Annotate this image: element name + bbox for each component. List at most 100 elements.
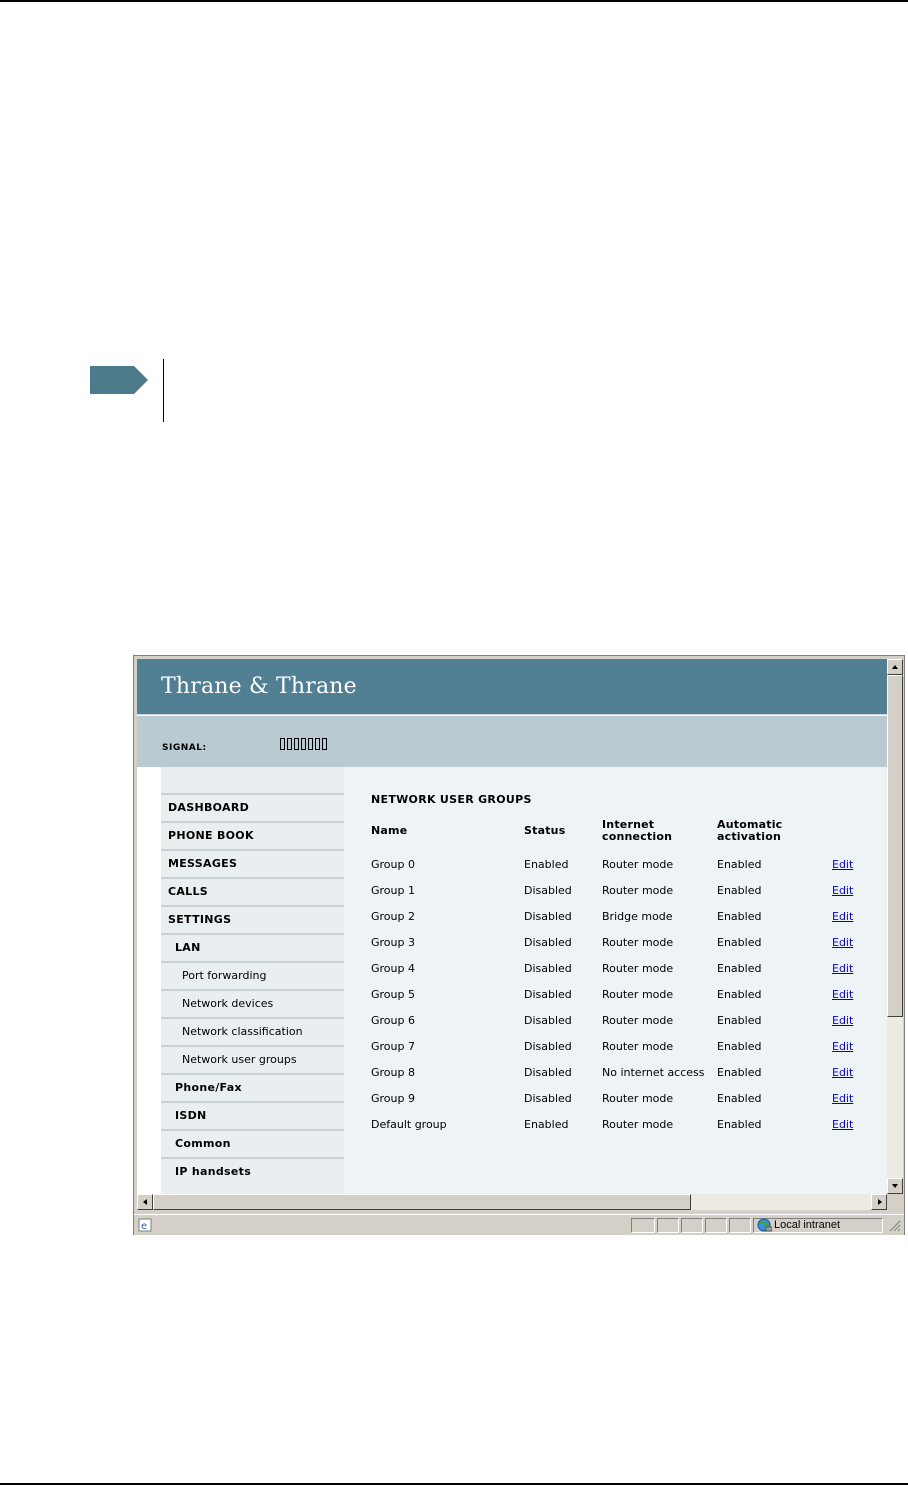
sidebar-item-label: Port forwarding bbox=[182, 969, 267, 982]
sidebar-item-phone-book[interactable]: PHONE BOOK bbox=[161, 821, 344, 847]
note-arrow-icon bbox=[90, 366, 148, 394]
edit-link[interactable]: Edit bbox=[832, 1092, 853, 1105]
cell-internet-connection: Router mode bbox=[602, 858, 674, 871]
signal-strength-meter bbox=[280, 738, 327, 750]
sidebar-item-label: IP handsets bbox=[175, 1165, 252, 1178]
cell-status: Disabled bbox=[524, 1040, 572, 1053]
table-row: Group 4 Disabled Router mode Enabled Edit bbox=[344, 962, 887, 982]
cell-status: Enabled bbox=[524, 858, 569, 871]
signal-bar-segment bbox=[287, 738, 292, 750]
cell-status: Disabled bbox=[524, 1092, 572, 1105]
cell-name: Group 3 bbox=[371, 936, 415, 949]
cell-status: Disabled bbox=[524, 936, 572, 949]
globe-icon bbox=[757, 1218, 772, 1232]
note-divider bbox=[163, 359, 164, 422]
cell-automatic-activation: Enabled bbox=[717, 936, 762, 949]
cell-automatic-activation: Enabled bbox=[717, 1066, 762, 1079]
cell-automatic-activation: Enabled bbox=[717, 1014, 762, 1027]
signal-bar-segment bbox=[294, 738, 299, 750]
cell-internet-connection: Router mode bbox=[602, 884, 674, 897]
sidebar-item-settings[interactable]: SETTINGS bbox=[161, 905, 344, 931]
scroll-up-button[interactable] bbox=[887, 659, 903, 675]
cell-internet-connection: Router mode bbox=[602, 1014, 674, 1027]
cell-internet-connection: Router mode bbox=[602, 962, 674, 975]
signal-bar-segment bbox=[308, 738, 313, 750]
resize-grip-icon[interactable] bbox=[889, 1220, 901, 1232]
sidebar-item-label: ISDN bbox=[175, 1109, 207, 1122]
table-row: Default group Enabled Router mode Enabled Ed… bbox=[344, 1118, 887, 1138]
edit-link[interactable]: Edit bbox=[832, 858, 853, 871]
table-row: Group 2 Disabled Bridge mode Enabled Edit bbox=[344, 910, 887, 930]
sidebar-item-messages[interactable]: MESSAGES bbox=[161, 849, 344, 875]
edit-link[interactable]: Edit bbox=[832, 988, 853, 1001]
edit-link[interactable]: Edit bbox=[832, 1014, 853, 1027]
sidebar-item-lan[interactable]: LAN bbox=[161, 933, 344, 959]
status-panel-1 bbox=[631, 1218, 655, 1233]
sidebar-item-isdn[interactable]: ISDN bbox=[161, 1101, 344, 1127]
brand-logo: Thrane & Thrane bbox=[161, 674, 357, 699]
edit-link[interactable]: Edit bbox=[832, 884, 853, 897]
cell-status: Disabled bbox=[524, 1066, 572, 1079]
cell-automatic-activation: Enabled bbox=[717, 988, 762, 1001]
main-content: NETWORK USER GROUPS Name Status Internet… bbox=[344, 767, 887, 1194]
cell-automatic-activation: Enabled bbox=[717, 1092, 762, 1105]
edit-link[interactable]: Edit bbox=[832, 1066, 853, 1079]
page-top-rule bbox=[0, 0, 908, 2]
sidebar-item-label: Phone/Fax bbox=[175, 1081, 242, 1094]
table-row: Group 8 Disabled No internet access Enabled… bbox=[344, 1066, 887, 1086]
edit-link[interactable]: Edit bbox=[832, 962, 853, 975]
sidebar-item-port-forwarding[interactable]: Port forwarding bbox=[161, 961, 344, 987]
col-header-internet: Internet connection bbox=[602, 819, 672, 843]
cell-automatic-activation: Enabled bbox=[717, 910, 762, 923]
cell-status: Disabled bbox=[524, 1014, 572, 1027]
sidebar-item-label: SETTINGS bbox=[168, 913, 232, 926]
cell-name: Group 5 bbox=[371, 988, 415, 1001]
signal-label: SIGNAL: bbox=[162, 743, 207, 753]
table-row: Group 0 Enabled Router mode Enabled Edit bbox=[344, 858, 887, 878]
sidebar-item-label: LAN bbox=[175, 941, 201, 954]
arrow-down-icon bbox=[892, 1184, 898, 1188]
signal-bar-segment bbox=[301, 738, 306, 750]
edit-link[interactable]: Edit bbox=[832, 1118, 853, 1131]
browser-window: Thrane & Thrane SIGNAL: DASHBOARD PHONE B… bbox=[133, 655, 905, 1235]
scroll-right-button[interactable] bbox=[871, 1194, 887, 1210]
signal-bar-segment bbox=[280, 738, 285, 750]
edit-link[interactable]: Edit bbox=[832, 936, 853, 949]
svg-text:e: e bbox=[141, 1221, 147, 1232]
table-row: Group 9 Disabled Router mode Enabled Edit bbox=[344, 1092, 887, 1112]
cell-internet-connection: Router mode bbox=[602, 1118, 674, 1131]
sidebar-item-network-devices[interactable]: Network devices bbox=[161, 989, 344, 1015]
signal-bar-segment bbox=[322, 738, 327, 750]
sidebar-item-common[interactable]: Common bbox=[161, 1129, 344, 1155]
sidebar-item-label: Common bbox=[175, 1137, 231, 1150]
col-header-activation: Automatic activation bbox=[717, 819, 782, 843]
sidebar-item-label: CALLS bbox=[168, 885, 209, 898]
vertical-scrollbar[interactable] bbox=[887, 659, 903, 1194]
signal-bar-segment bbox=[315, 738, 320, 750]
edit-link[interactable]: Edit bbox=[832, 910, 853, 923]
cell-automatic-activation: Enabled bbox=[717, 962, 762, 975]
sidebar-item-dashboard[interactable]: DASHBOARD bbox=[161, 793, 344, 819]
cell-internet-connection: Router mode bbox=[602, 1092, 674, 1105]
col-header-internet-line2: connection bbox=[602, 830, 673, 843]
sidebar-item-network-classification[interactable]: Network classification bbox=[161, 1017, 344, 1043]
cell-status: Disabled bbox=[524, 988, 572, 1001]
horizontal-scroll-thumb[interactable] bbox=[153, 1194, 691, 1210]
horizontal-scrollbar[interactable] bbox=[137, 1194, 887, 1210]
cell-internet-connection: Router mode bbox=[602, 1040, 674, 1053]
arrow-left-icon bbox=[143, 1199, 147, 1205]
scroll-left-button[interactable] bbox=[137, 1194, 153, 1210]
cell-internet-connection: Router mode bbox=[602, 936, 674, 949]
table-row: Group 3 Disabled Router mode Enabled Edit bbox=[344, 936, 887, 956]
sidebar-item-calls[interactable]: CALLS bbox=[161, 877, 344, 903]
status-panel-5 bbox=[729, 1218, 751, 1233]
table-row: Group 5 Disabled Router mode Enabled Edit bbox=[344, 988, 887, 1008]
cell-automatic-activation: Enabled bbox=[717, 1040, 762, 1053]
edit-link[interactable]: Edit bbox=[832, 1040, 853, 1053]
vertical-scroll-thumb[interactable] bbox=[887, 675, 903, 1017]
sidebar-item-phone-fax[interactable]: Phone/Fax bbox=[161, 1073, 344, 1099]
cell-status: Enabled bbox=[524, 1118, 569, 1131]
scroll-down-button[interactable] bbox=[887, 1178, 903, 1194]
sidebar-item-ip-handsets[interactable]: IP handsets bbox=[161, 1157, 344, 1183]
sidebar-item-network-user-groups[interactable]: Network user groups bbox=[161, 1045, 344, 1071]
